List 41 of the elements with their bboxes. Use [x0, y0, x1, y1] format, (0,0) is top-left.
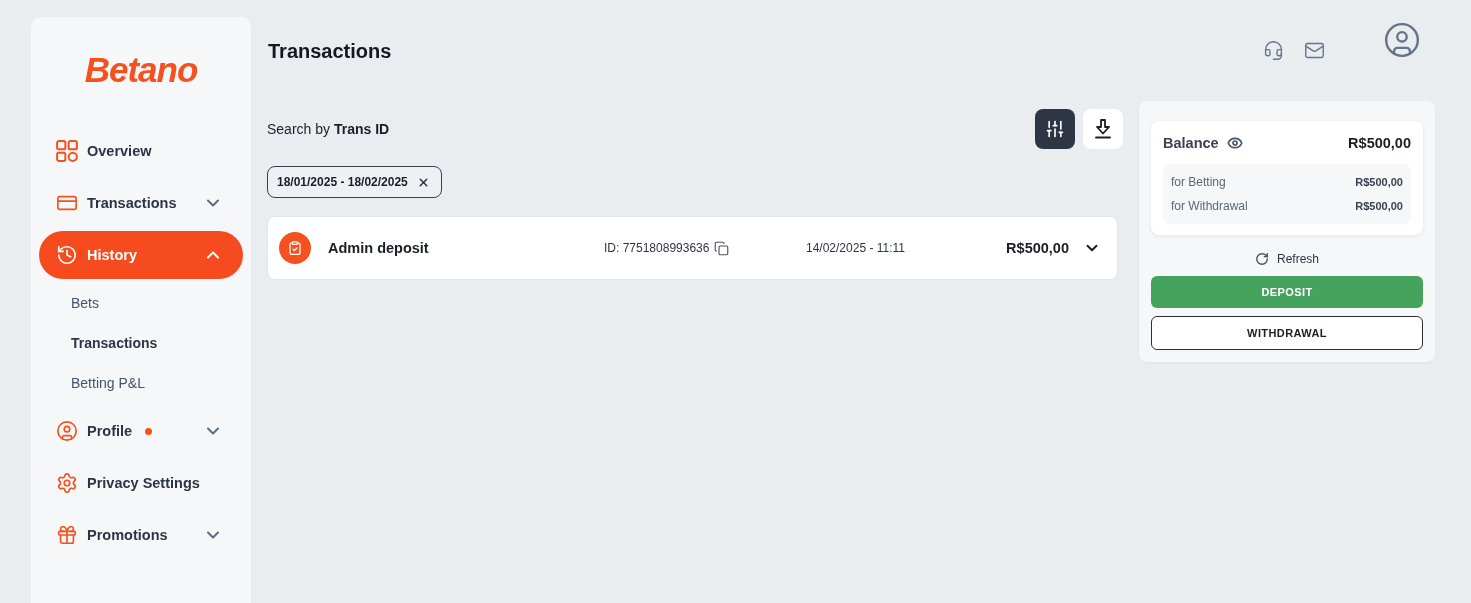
user-avatar-icon[interactable] [1383, 21, 1421, 59]
transaction-title: Admin deposit [328, 240, 430, 256]
search-label: Search by Trans ID [267, 121, 390, 137]
download-icon [1093, 119, 1113, 139]
nav-item[interactable]: History [39, 231, 243, 279]
gift-icon [56, 524, 78, 546]
transaction-card[interactable]: Admin deposit ID: 7751808993636 14/02/2025 - 11:11 R$500,00 [267, 216, 1118, 280]
filter-button[interactable] [1035, 109, 1075, 149]
download-button[interactable] [1083, 109, 1123, 149]
page-title: Transactions [268, 39, 392, 63]
balance-amount: R$500,00 [1348, 135, 1411, 151]
withdrawal-button[interactable]: WITHDRAWAL [1151, 316, 1423, 350]
settings-icon [56, 472, 78, 494]
transaction-date: 14/02/2025 - 11:11 [806, 241, 906, 255]
nav-subitem[interactable]: Betting P&L [31, 363, 251, 403]
breakdown-amount: R$500,00 [1355, 200, 1403, 212]
nav-item[interactable]: Privacy Settings [39, 459, 243, 507]
user-circle-icon [56, 420, 78, 442]
nav-item[interactable]: Profile [39, 407, 243, 455]
breakdown-label: for Withdrawal [1171, 199, 1248, 213]
sliders-icon [1045, 119, 1065, 139]
nav-subitem[interactable]: Bets [31, 283, 251, 323]
headset-icon[interactable] [1263, 40, 1284, 61]
nav-item[interactable]: Overview [39, 127, 243, 175]
eye-icon[interactable] [1226, 135, 1243, 151]
grid-icon [56, 140, 78, 162]
mail-icon[interactable] [1304, 40, 1325, 61]
balance-label: Balance [1163, 135, 1219, 151]
breakdown-label: for Betting [1171, 175, 1226, 189]
transaction-id: ID: 7751808993636 [604, 241, 710, 255]
nav-item[interactable]: Promotions [39, 511, 243, 559]
transaction-amount: R$500,00 [1006, 240, 1069, 256]
copy-icon[interactable] [714, 240, 730, 256]
breakdown-amount: R$500,00 [1355, 176, 1403, 188]
nav-item[interactable]: Transactions [39, 179, 243, 227]
clipboard-check-icon [279, 232, 311, 264]
nav-subitem[interactable]: Transactions [31, 323, 251, 363]
refresh-icon [1255, 252, 1269, 266]
refresh-button[interactable]: Refresh [1255, 247, 1319, 271]
date-filter-chip[interactable]: 18/01/2025 - 18/02/2025 [267, 166, 442, 198]
history-icon [56, 244, 78, 266]
